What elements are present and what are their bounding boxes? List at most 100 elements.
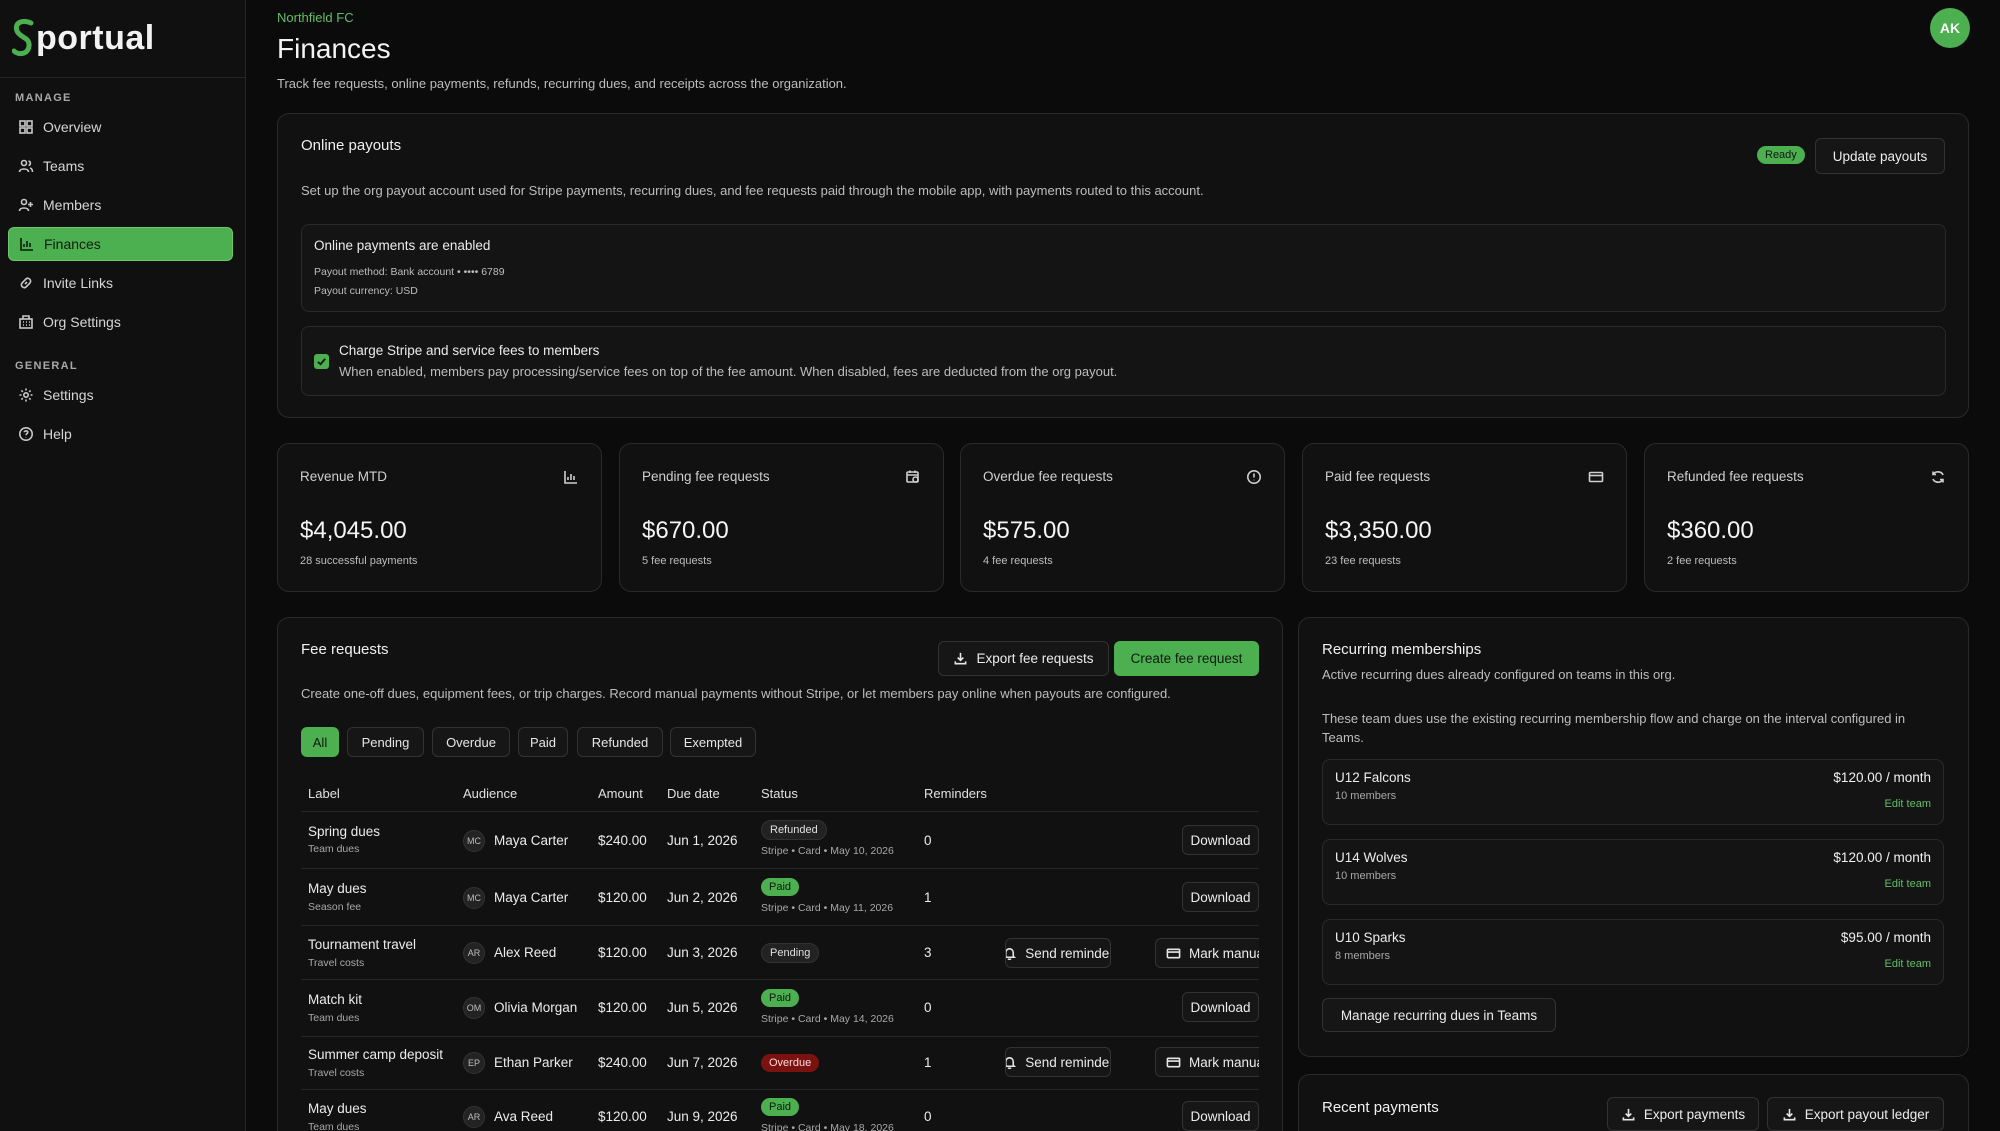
filter-exempted[interactable]: Exempted <box>670 727 756 757</box>
payments-enabled-box: Online payments are enabled Payout metho… <box>301 224 1946 312</box>
status-badge: Paid <box>761 1097 800 1116</box>
row-amount: $120.00 <box>598 890 647 905</box>
row-reminders: 0 <box>924 1000 932 1015</box>
row-due-date: Jun 3, 2026 <box>667 945 738 960</box>
download-button[interactable]: Download <box>1182 882 1259 912</box>
row-label-sub: Season fee <box>308 901 362 913</box>
row-divider <box>301 811 1259 812</box>
row-label: Tournament travel <box>308 937 417 952</box>
sidebar-item-settings[interactable]: Settings <box>8 378 233 412</box>
sidebar-item-finances[interactable]: Finances <box>8 227 233 261</box>
recent-payments-title: Recent payments <box>1322 1099 1439 1116</box>
edit-team-link[interactable]: Edit team <box>1885 958 1931 970</box>
status-badge: Paid <box>761 988 800 1007</box>
row-due-date: Jun 1, 2026 <box>667 833 738 848</box>
audience-avatar: AR <box>463 942 485 964</box>
row-label-sub: Team dues <box>308 1121 360 1131</box>
app-logo[interactable]: portual <box>12 16 155 60</box>
download-button[interactable]: Download <box>1182 825 1259 855</box>
filter-paid[interactable]: Paid <box>518 727 568 757</box>
export-payout-ledger-button[interactable]: Export payout ledger <box>1767 1097 1944 1131</box>
row-audience: Olivia Morgan <box>494 1000 578 1015</box>
org-name[interactable]: Northfield FC <box>277 10 354 25</box>
stat-sub: 2 fee requests <box>1667 555 1737 567</box>
row-divider <box>301 868 1259 869</box>
stat-sub: 5 fee requests <box>642 555 712 567</box>
stat-label: Overdue fee requests <box>983 469 1113 484</box>
user-avatar[interactable]: AK <box>1930 8 1970 48</box>
edit-team-link[interactable]: Edit team <box>1885 878 1931 890</box>
sidebar-divider <box>0 77 245 78</box>
row-reminders: 0 <box>924 1109 932 1124</box>
sidebar-item-label: Teams <box>43 158 85 174</box>
row-label: Summer camp deposit <box>308 1047 444 1062</box>
mark-manually-paid-button[interactable]: Mark manually paid <box>1155 938 1259 968</box>
row-amount: $120.00 <box>598 1109 647 1124</box>
sidebar-item-teams[interactable]: Teams <box>8 149 233 183</box>
sidebar-item-label: Help <box>43 426 72 442</box>
credit-card-icon <box>1588 469 1604 485</box>
status-sub: Stripe • Card • May 14, 2026 <box>761 1013 894 1025</box>
status-badge: Overdue <box>761 1053 820 1072</box>
status-sub: Stripe • Card • May 11, 2026 <box>761 902 894 914</box>
gear-icon <box>19 388 33 402</box>
stat-sub: 4 fee requests <box>983 555 1053 567</box>
team-name: U10 Sparks <box>1335 930 1406 945</box>
payouts-title: Online payouts <box>301 137 402 154</box>
team-price: $120.00 / month <box>1833 850 1931 865</box>
sidebar: portual MANAGE Overview Teams Members Fi… <box>0 0 246 1131</box>
manage-recurring-dues-button[interactable]: Manage recurring dues in Teams <box>1322 998 1556 1032</box>
filter-overdue[interactable]: Overdue <box>432 727 510 757</box>
page-title: Finances <box>277 33 391 64</box>
online-payouts-card: Online payouts Ready Update payouts Set … <box>277 113 1969 418</box>
stat-value: $670.00 <box>642 517 729 544</box>
button-label: Mark manually paid <box>1189 945 1259 961</box>
sidebar-item-invite-links[interactable]: Invite Links <box>8 266 233 300</box>
row-due-date: Jun 2, 2026 <box>667 890 738 905</box>
download-button[interactable]: Download <box>1182 1101 1259 1131</box>
section-label-general: GENERAL <box>15 360 78 372</box>
export-payments-button[interactable]: Export payments <box>1607 1097 1759 1131</box>
button-label: Send reminder <box>1025 1054 1111 1070</box>
sidebar-item-help[interactable]: Help <box>8 417 233 451</box>
create-fee-request-button[interactable]: Create fee request <box>1114 641 1259 676</box>
row-reminders: 1 <box>924 890 932 905</box>
filter-all[interactable]: All <box>301 727 339 757</box>
mark-manually-paid-button[interactable]: Mark manually paid <box>1155 1047 1259 1077</box>
fees-option-box: Charge Stripe and service fees to member… <box>301 326 1946 396</box>
stat-value: $3,350.00 <box>1325 517 1432 544</box>
grid-icon <box>19 120 33 134</box>
send-reminder-button[interactable]: Send reminder <box>1005 938 1111 968</box>
row-label: May dues <box>308 881 367 896</box>
row-audience: Ava Reed <box>494 1109 554 1124</box>
recurring-team-item: U14 Wolves 10 members $120.00 / month Ed… <box>1322 839 1944 905</box>
fees-option-title: Charge Stripe and service fees to member… <box>339 343 600 358</box>
stat-card-overdue: Overdue fee requests $575.00 4 fee reque… <box>960 443 1285 592</box>
filter-pending[interactable]: Pending <box>347 727 424 757</box>
audience-avatar: EP <box>463 1052 485 1074</box>
download-button[interactable]: Download <box>1182 992 1259 1022</box>
stat-value: $575.00 <box>983 517 1070 544</box>
stat-label: Pending fee requests <box>642 469 770 484</box>
sidebar-item-label: Overview <box>43 119 102 135</box>
button-label: Mark manually paid <box>1189 1054 1259 1070</box>
alert-circle-icon <box>1246 469 1262 485</box>
send-reminder-button[interactable]: Send reminder <box>1005 1047 1111 1077</box>
row-reminders: 3 <box>924 945 932 960</box>
sidebar-item-members[interactable]: Members <box>8 188 233 222</box>
row-divider <box>301 1089 1259 1090</box>
bell-icon <box>1006 947 1017 960</box>
update-payouts-button[interactable]: Update payouts <box>1815 138 1945 174</box>
sidebar-item-org-settings[interactable]: Org Settings <box>8 305 233 339</box>
row-amount: $120.00 <box>598 1000 647 1015</box>
link-icon <box>20 277 32 289</box>
stat-card-revenue: Revenue MTD $4,045.00 28 successful paym… <box>277 443 602 592</box>
export-fee-requests-button[interactable]: Export fee requests <box>938 641 1109 676</box>
recurring-team-item: U12 Falcons 10 members $120.00 / month E… <box>1322 759 1944 825</box>
payout-currency: Payout currency: USD <box>314 285 418 297</box>
edit-team-link[interactable]: Edit team <box>1885 798 1931 810</box>
charge-fees-checkbox[interactable] <box>314 354 329 369</box>
audience-avatar: OM <box>463 997 485 1019</box>
sidebar-item-overview[interactable]: Overview <box>8 110 233 144</box>
filter-refunded[interactable]: Refunded <box>577 727 663 757</box>
